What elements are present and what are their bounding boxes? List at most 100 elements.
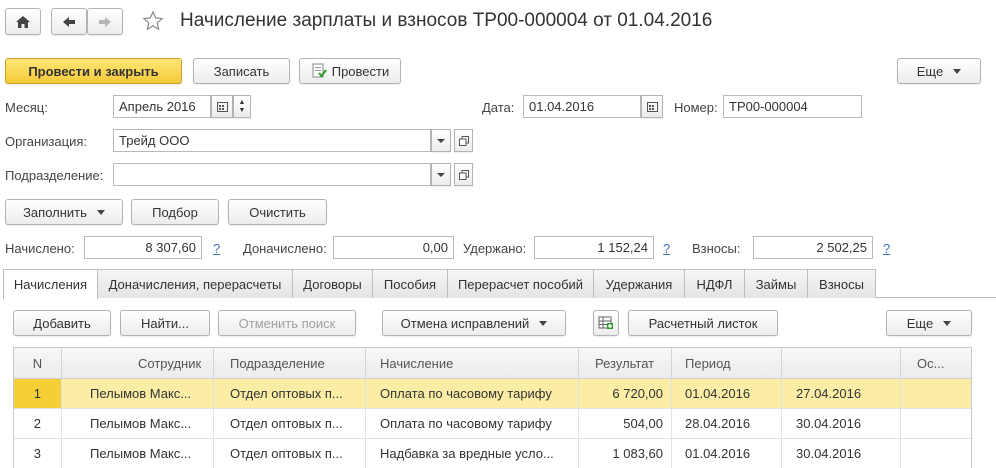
row-department[interactable]: Отдел оптовых п... (214, 379, 366, 408)
date-calendar-button[interactable] (641, 95, 663, 118)
accrued-field[interactable]: 8 307,60 (84, 236, 202, 259)
row-employee[interactable]: Пелымов Макс... (62, 409, 214, 438)
column-header-result[interactable]: Результат (579, 348, 672, 378)
row-period-start[interactable]: 01.04.2016 (672, 439, 782, 468)
arrow-right-icon (99, 16, 111, 27)
extra-accrued-field[interactable]: 0,00 (333, 236, 454, 259)
row-result[interactable]: 1 083,60 (579, 439, 672, 468)
row-accrual[interactable]: Оплата по часовому тарифу (366, 379, 579, 408)
number-field[interactable]: ТР00-000004 (723, 95, 862, 118)
column-header-period-end[interactable] (782, 348, 901, 378)
tab-contributions[interactable]: Взносы (807, 269, 876, 298)
home-button[interactable] (5, 8, 41, 35)
tab-additional-accruals[interactable]: Доначисления, перерасчеты (97, 269, 293, 298)
row-period-end[interactable]: 30.04.2016 (782, 439, 901, 468)
tab-ndfl[interactable]: НДФЛ (684, 269, 745, 298)
post-document-icon (312, 63, 327, 78)
find-button[interactable]: Найти... (120, 310, 210, 336)
department-label: Подразделение: (5, 168, 104, 183)
arrow-left-icon (63, 16, 75, 27)
contributions-help-link[interactable]: ? (883, 241, 890, 256)
row-basis[interactable] (901, 379, 971, 408)
organization-dropdown-button[interactable] (431, 129, 451, 152)
row-basis[interactable] (901, 409, 971, 438)
add-row-button[interactable]: Добавить (13, 310, 111, 336)
row-result[interactable]: 6 720,00 (579, 379, 672, 408)
window-title: Начисление зарплаты и взносов ТР00-00000… (180, 10, 713, 31)
more-button[interactable]: Еще (897, 58, 981, 84)
row-result[interactable]: 504,00 (579, 409, 672, 438)
chevron-down-icon (96, 209, 105, 215)
table-settings-button[interactable] (593, 310, 619, 336)
department-dropdown-button[interactable] (431, 163, 451, 186)
more-button-label: Еще (916, 63, 944, 79)
accrued-help-link[interactable]: ? (213, 241, 220, 256)
forward-button[interactable] (87, 8, 123, 35)
month-stepper[interactable]: ▲ ▼ (233, 95, 251, 118)
back-button[interactable] (51, 8, 87, 35)
cancel-search-button[interactable]: Отменить поиск (218, 310, 356, 336)
row-period-start[interactable]: 01.04.2016 (672, 379, 782, 408)
withheld-field[interactable]: 1 152,24 (534, 236, 654, 259)
month-field[interactable]: Апрель 2016 (113, 95, 211, 118)
withheld-label: Удержано: (463, 241, 527, 256)
chevron-down-icon (953, 68, 962, 74)
column-header-accrual[interactable]: Начисление (366, 348, 579, 378)
grid-more-button[interactable]: Еще (886, 310, 972, 336)
row-employee[interactable]: Пелымов Макс... (62, 439, 214, 468)
withheld-help-link[interactable]: ? (663, 241, 670, 256)
stepper-up-icon[interactable]: ▲ (239, 99, 246, 107)
fill-button[interactable]: Заполнить (5, 199, 123, 225)
department-field[interactable] (113, 163, 431, 186)
contributions-field[interactable]: 2 502,25 (753, 236, 873, 259)
column-header-n[interactable]: N (14, 348, 62, 378)
tab-contracts[interactable]: Договоры (292, 269, 373, 298)
organization-label: Организация: (5, 134, 88, 149)
date-field[interactable]: 01.04.2016 (523, 95, 641, 118)
organization-field[interactable]: Трейд ООО (113, 129, 431, 152)
row-period-end[interactable]: 30.04.2016 (782, 409, 901, 438)
date-label: Дата: (482, 100, 515, 115)
column-header-department[interactable]: Подразделение (214, 348, 366, 378)
clear-button[interactable]: Очистить (228, 199, 327, 225)
month-calendar-button[interactable] (211, 95, 233, 118)
table-row[interactable]: 1 Пелымов Макс... Отдел оптовых п... Опл… (14, 379, 971, 409)
table-row[interactable]: 2 Пелымов Макс... Отдел оптовых п... Опл… (14, 409, 971, 439)
tab-accruals[interactable]: Начисления (3, 269, 98, 299)
row-period-end[interactable]: 27.04.2016 (782, 379, 901, 408)
column-header-basis[interactable]: Ос... (901, 348, 971, 378)
organization-open-button[interactable] (454, 129, 473, 152)
calendar-icon (646, 102, 658, 112)
extra-accrued-label: Доначислено: (243, 241, 327, 256)
contributions-label: Взносы: (692, 241, 741, 256)
row-basis[interactable] (901, 439, 971, 468)
row-accrual[interactable]: Оплата по часовому тарифу (366, 409, 579, 438)
table-header: N Сотрудник Подразделение Начисление Рез… (14, 348, 971, 379)
cancel-corrections-button[interactable]: Отмена исправлений (382, 310, 566, 336)
column-header-period[interactable]: Период (672, 348, 782, 378)
accruals-table: N Сотрудник Подразделение Начисление Рез… (13, 347, 972, 468)
stepper-down-icon[interactable]: ▼ (239, 107, 246, 115)
table-add-icon (598, 316, 613, 329)
tab-benefits[interactable]: Пособия (372, 269, 448, 298)
payslip-button[interactable]: Расчетный листок (628, 310, 778, 336)
row-period-start[interactable]: 28.04.2016 (672, 409, 782, 438)
accrued-label: Начислено: (5, 241, 75, 256)
favorite-star-icon[interactable] (140, 8, 166, 34)
number-label: Номер: (674, 100, 718, 115)
post-button[interactable]: Провести (299, 58, 401, 84)
table-row[interactable]: 3 Пелымов Макс... Отдел оптовых п... Над… (14, 439, 971, 468)
tab-loans[interactable]: Займы (744, 269, 808, 298)
row-department[interactable]: Отдел оптовых п... (214, 439, 366, 468)
department-open-button[interactable] (454, 163, 473, 186)
select-button[interactable]: Подбор (131, 199, 219, 225)
row-department[interactable]: Отдел оптовых п... (214, 409, 366, 438)
tab-benefit-recalc[interactable]: Перерасчет пособий (447, 269, 594, 298)
row-accrual[interactable]: Надбавка за вредные усло... (366, 439, 579, 468)
post-and-close-button[interactable]: Провести и закрыть (5, 58, 182, 84)
column-header-employee[interactable]: Сотрудник (62, 348, 214, 378)
open-window-icon (458, 135, 469, 146)
row-employee[interactable]: Пелымов Макс... (62, 379, 214, 408)
save-button[interactable]: Записать (193, 58, 290, 84)
tab-deductions[interactable]: Удержания (593, 269, 685, 298)
